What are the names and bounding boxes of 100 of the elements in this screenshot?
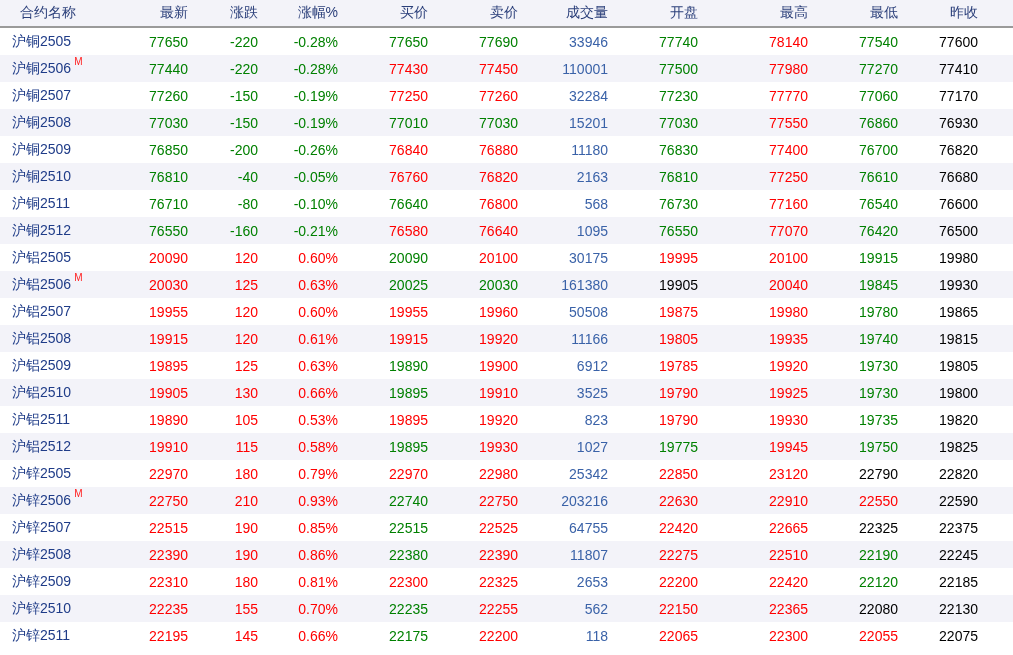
contract-name: 沪锌2511	[12, 626, 71, 645]
table-cell: 76710	[149, 195, 188, 212]
table-cell: 76610	[859, 168, 898, 185]
table-cell: 19935	[769, 330, 808, 347]
table-cell: 19900	[479, 357, 518, 374]
table-cell: 1027	[576, 438, 608, 455]
table-cell: 19895	[389, 438, 428, 455]
table-cell: 76850	[149, 141, 188, 158]
table-cell: 76540	[859, 195, 898, 212]
table-cell: 568	[584, 195, 608, 212]
table-cell: 19910	[479, 384, 518, 401]
table-cell: 77250	[389, 87, 428, 104]
table-cell: 823	[584, 411, 608, 428]
column-header[interactable]: 涨幅%	[297, 4, 338, 22]
table-cell: 19820	[939, 411, 978, 428]
contract-name: 沪铜2511	[12, 194, 71, 213]
table-cell: 6912	[576, 357, 608, 374]
table-cell: 77270	[859, 60, 898, 77]
table-cell: 76930	[939, 114, 978, 131]
table-cell: 19930	[769, 411, 808, 428]
table-cell: 0.86%	[298, 546, 338, 563]
table-cell: 77410	[939, 60, 978, 77]
table-cell: 19890	[149, 411, 188, 428]
table-cell: 0.63%	[298, 276, 338, 293]
contract-name: 沪铝2507	[12, 302, 72, 321]
table-cell: 19895	[149, 357, 188, 374]
column-header[interactable]: 合约名称	[0, 4, 76, 22]
contract-name: 沪铝2512	[12, 437, 72, 456]
table-cell: -0.21%	[293, 222, 338, 239]
table-cell: 22325	[859, 519, 898, 536]
table-cell: 0.66%	[298, 384, 338, 401]
table-cell: 22130	[939, 600, 978, 617]
table-cell: 23120	[769, 465, 808, 482]
table-cell: 19825	[939, 438, 978, 455]
table-cell: 76800	[479, 195, 518, 212]
table-cell: 22515	[389, 519, 428, 536]
column-header[interactable]: 最高	[780, 4, 808, 22]
table-cell: 19740	[859, 330, 898, 347]
column-header[interactable]: 昨收	[950, 4, 978, 22]
table-cell: -0.10%	[293, 195, 338, 212]
table-cell: 19945	[769, 438, 808, 455]
table-cell: 22665	[769, 519, 808, 536]
table-cell: 77160	[769, 195, 808, 212]
column-header[interactable]: 开盘	[670, 4, 698, 22]
contract-name: 沪锌2510	[12, 599, 72, 618]
table-cell: 77450	[479, 60, 518, 77]
column-header[interactable]: 成交量	[566, 4, 608, 22]
table-cell: 19735	[859, 411, 898, 428]
contract-name: 沪铜2505	[12, 32, 72, 51]
table-cell: 76880	[479, 141, 518, 158]
table-cell: -160	[229, 222, 258, 239]
table-cell: 30175	[569, 249, 608, 266]
table-cell: 77740	[659, 33, 698, 50]
table-cell: 22820	[939, 465, 978, 482]
table-cell: 50508	[569, 303, 608, 320]
table-cell: 155	[234, 600, 258, 617]
table-cell: 1095	[576, 222, 608, 239]
table-cell: 20090	[149, 249, 188, 266]
contract-name: 沪铜2510	[12, 167, 72, 186]
table-cell: 145	[234, 627, 258, 644]
table-cell: 22235	[149, 600, 188, 617]
table-cell: -0.05%	[293, 168, 338, 185]
column-header[interactable]: 最低	[870, 4, 898, 22]
contract-name: 沪铝2511	[12, 410, 71, 429]
table-cell: 22325	[479, 573, 518, 590]
table-cell: 105	[234, 411, 258, 428]
contract-name: 沪铜2507	[12, 86, 72, 105]
table-cell: 19805	[939, 357, 978, 374]
table-cell: 22245	[939, 546, 978, 563]
table-cell: 76820	[939, 141, 978, 158]
table-cell: 77400	[769, 141, 808, 158]
table-cell: 22075	[939, 627, 978, 644]
table-cell: 161380	[561, 276, 608, 293]
table-cell: 19920	[769, 357, 808, 374]
table-cell: 22185	[939, 573, 978, 590]
main-contract-mark: M	[74, 271, 83, 283]
table-cell: 19910	[149, 438, 188, 455]
table-cell: 15201	[569, 114, 608, 131]
column-header[interactable]: 卖价	[490, 4, 518, 22]
column-header[interactable]: 涨跌	[230, 4, 258, 22]
table-cell: 22175	[389, 627, 428, 644]
table-cell: 19815	[939, 330, 978, 347]
table-cell: -0.19%	[293, 87, 338, 104]
contract-name: 沪铜2509	[12, 140, 72, 159]
table-cell: 19800	[939, 384, 978, 401]
column-header[interactable]: 买价	[400, 4, 428, 22]
main-contract-mark: M	[74, 487, 83, 499]
table-cell: 22970	[149, 465, 188, 482]
table-cell: 76700	[859, 141, 898, 158]
table-cell: 19785	[659, 357, 698, 374]
table-cell: 203216	[561, 492, 608, 509]
table-cell: 76640	[479, 222, 518, 239]
table-cell: 2653	[576, 573, 608, 590]
table-cell: 11180	[571, 141, 608, 158]
table-cell: 20030	[479, 276, 518, 293]
contract-name: 沪铝2510	[12, 383, 72, 402]
column-header[interactable]: 最新	[160, 4, 188, 22]
table-cell: -0.19%	[293, 114, 338, 131]
table-cell: 22970	[389, 465, 428, 482]
table-cell: 19875	[659, 303, 698, 320]
